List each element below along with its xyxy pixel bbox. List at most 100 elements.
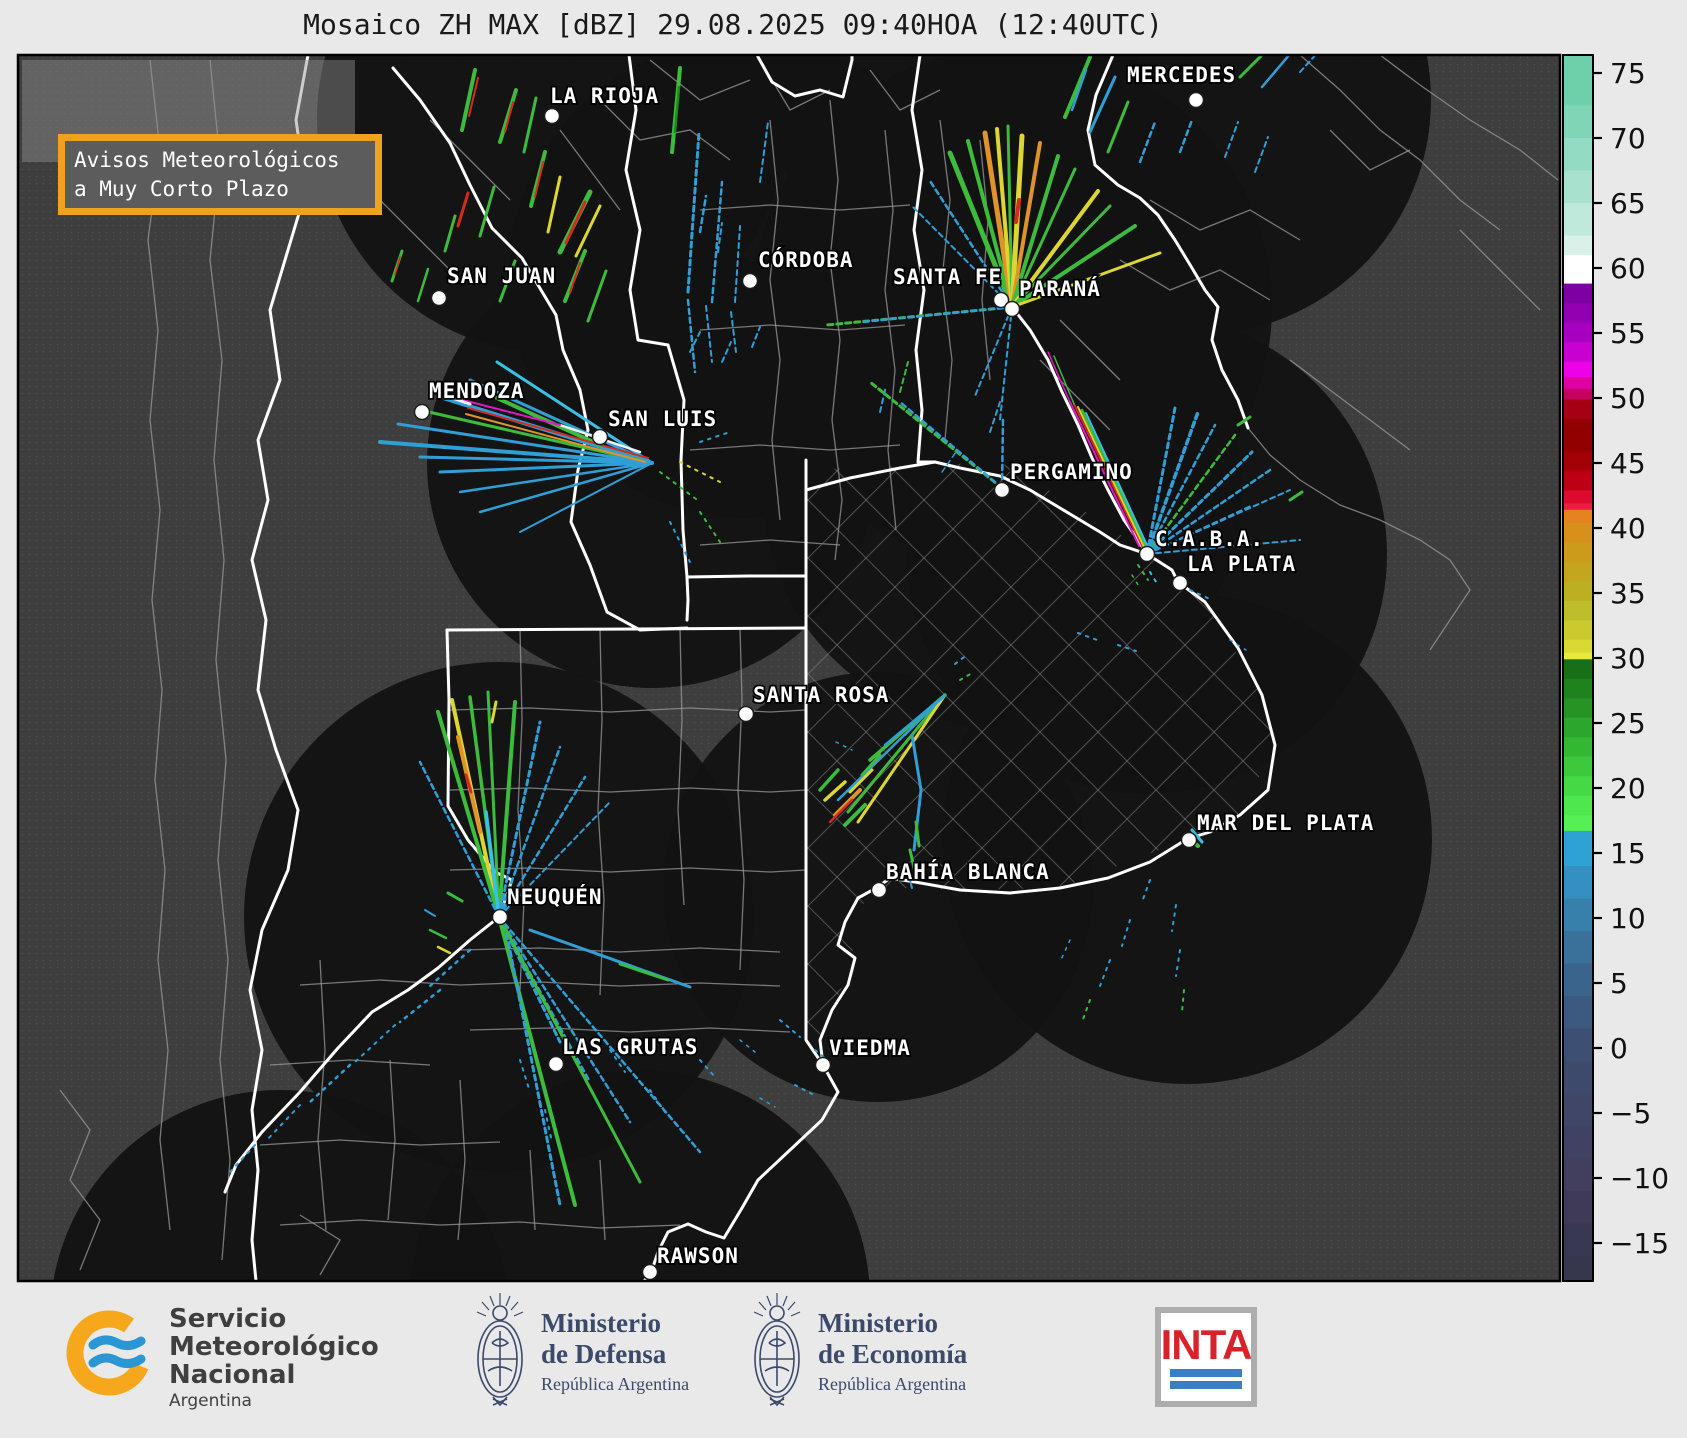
defensa-line1: Ministerio	[541, 1308, 661, 1338]
economia-line2: de Economía	[818, 1339, 968, 1369]
city-dot	[1138, 545, 1156, 563]
colorbar-band	[1563, 996, 1593, 1030]
colorbar-tick-label: 70	[1610, 122, 1646, 155]
colorbar-band	[1563, 303, 1593, 324]
city-label: MAR DEL PLATA	[1197, 811, 1374, 835]
smn-name-line4: Argentina	[169, 1391, 252, 1411]
smn-logo-icon	[66, 1310, 152, 1396]
colorbar-band	[1563, 561, 1593, 582]
city-label: LAS GRUTAS	[562, 1035, 698, 1059]
city-dot	[641, 1263, 659, 1281]
colorbar-band	[1563, 399, 1593, 420]
colorbar-band	[1563, 717, 1593, 738]
colorbar-tick-label: 50	[1610, 382, 1646, 415]
city-dot	[870, 881, 888, 899]
inta-bar-1	[1170, 1369, 1242, 1377]
ministerio-defensa-logo: Ministerio de Defensa República Argentin…	[471, 1291, 689, 1413]
coat-of-arms-icon	[753, 1293, 801, 1407]
colorbar-tick-label: 60	[1610, 252, 1646, 285]
city-label: PERGAMINO	[1010, 460, 1133, 484]
city-dot	[491, 908, 509, 926]
colorbar-tick-label: 15	[1610, 837, 1646, 870]
colorbar-band	[1563, 105, 1593, 139]
city-dot	[741, 272, 759, 290]
warning-box-backdrop: Avisos Meteorológicos a Muy Corto Plazo	[22, 60, 382, 215]
colorbar-band	[1563, 283, 1593, 304]
colorbar-band	[1563, 377, 1593, 390]
colorbar-band	[1563, 866, 1593, 900]
city-label: C.A.B.A.	[1155, 527, 1264, 551]
colorbar-tick-label: 5	[1610, 967, 1628, 1000]
colorbar-band	[1563, 600, 1593, 621]
colorbar-band	[1563, 698, 1593, 719]
colorbar-band	[1563, 1223, 1593, 1257]
colorbar-tick-label: 55	[1610, 317, 1646, 350]
city-label: VIEDMA	[829, 1036, 911, 1060]
colorbar-band	[1563, 503, 1593, 511]
economia-line1: Ministerio	[818, 1308, 938, 1338]
colorbar-tick-label: 0	[1610, 1032, 1628, 1065]
colorbar-band	[1563, 55, 1593, 107]
colorbar-tick-label: 30	[1610, 642, 1646, 675]
colorbar-tick-label: 75	[1610, 57, 1646, 90]
city-label: SANTA ROSA	[753, 683, 889, 707]
city-label: SAN JUAN	[447, 264, 556, 288]
colorbar-tick-label: 25	[1610, 707, 1646, 740]
colorbar-band	[1563, 963, 1593, 997]
colorbar-tick-label: 45	[1610, 447, 1646, 480]
colorbar-tick-label: −15	[1610, 1227, 1669, 1260]
smn-logo: Servicio Meteorológico Nacional Argentin…	[63, 1305, 379, 1411]
colorbar-band	[1563, 1256, 1593, 1282]
city-label: PARANÁ	[1019, 276, 1101, 301]
colorbar-tick-label: 35	[1610, 577, 1646, 610]
colorbar-band	[1563, 235, 1593, 256]
colorbar-band	[1563, 795, 1593, 816]
colorbar-tick-label: −5	[1610, 1097, 1651, 1130]
colorbar-band	[1563, 737, 1593, 758]
warning-line-1: Avisos Meteorológicos	[74, 148, 340, 172]
economia-line3: República Argentina	[818, 1374, 967, 1394]
colorbar-band	[1563, 138, 1593, 172]
colorbar-band	[1563, 1158, 1593, 1192]
city-label: CÓRDOBA	[758, 247, 854, 272]
city-label: NEUQUÉN	[507, 884, 603, 909]
defensa-line3: República Argentina	[541, 1374, 690, 1394]
colorbar-band	[1563, 322, 1593, 343]
coat-of-arms-icon	[476, 1293, 524, 1407]
city-dot	[1171, 574, 1189, 592]
colorbar-band	[1563, 255, 1593, 285]
city-dot	[1003, 300, 1021, 318]
colorbar-band	[1563, 931, 1593, 965]
colorbar-band	[1563, 203, 1593, 237]
defensa-line2: de Defensa	[541, 1339, 667, 1369]
province-border	[685, 574, 808, 579]
smn-name-line1: Servicio	[169, 1304, 287, 1334]
city-dot	[591, 428, 609, 446]
city-label: BAHÍA BLANCA	[886, 859, 1050, 884]
city-dot	[1180, 831, 1198, 849]
colorbar-tick-label: 10	[1610, 902, 1646, 935]
footer: Servicio Meteorológico Nacional Argentin…	[0, 1283, 1687, 1438]
colorbar-band	[1563, 581, 1593, 602]
colorbar-band	[1563, 830, 1593, 867]
province-border	[445, 626, 808, 632]
city-dot	[1187, 91, 1205, 109]
colorbar-band	[1563, 678, 1593, 699]
warning-box[interactable]: Avisos Meteorológicos a Muy Corto Plazo	[58, 134, 382, 215]
city-label: RAWSON	[657, 1244, 739, 1268]
city-label: SANTA FE	[893, 265, 1002, 289]
colorbar-band	[1563, 451, 1593, 472]
colorbar-band	[1563, 522, 1593, 543]
city-label: MENDOZA	[429, 379, 525, 403]
city-dot	[430, 289, 448, 307]
colorbar-band	[1563, 342, 1593, 363]
colorbar-tick-label: −10	[1610, 1162, 1669, 1195]
city-label: LA PLATA	[1187, 552, 1296, 576]
city-label: MERCEDES	[1127, 63, 1236, 87]
colorbar-tick-label: 40	[1610, 512, 1646, 545]
colorbar-band	[1563, 756, 1593, 777]
colorbar-band	[1563, 470, 1593, 491]
colorbar-band	[1563, 659, 1593, 680]
city-dot	[737, 705, 755, 723]
colorbar-band	[1563, 509, 1593, 524]
